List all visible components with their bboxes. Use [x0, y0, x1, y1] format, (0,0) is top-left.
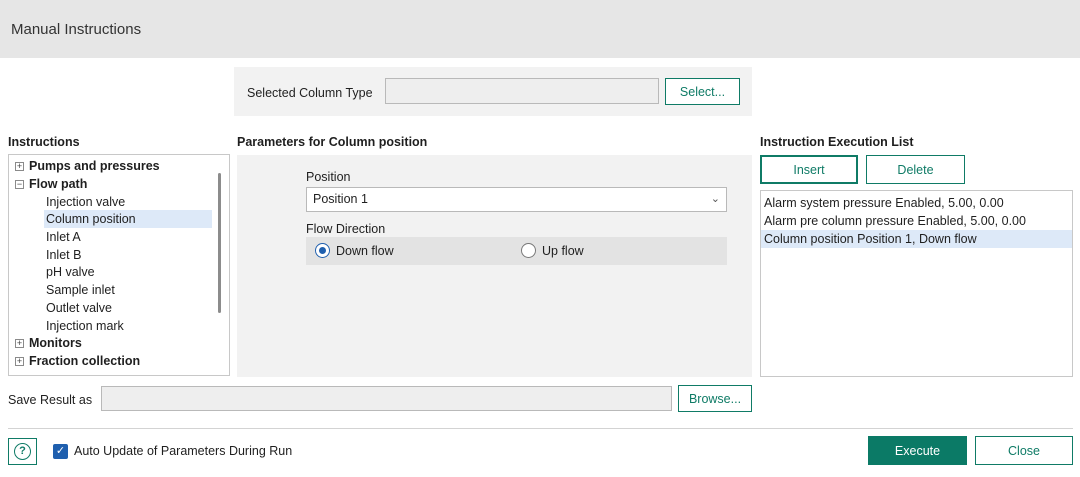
tree-group-pumps[interactable]: + Pumps and pressures [9, 157, 160, 175]
up-flow-radio[interactable]: Up flow [521, 243, 584, 258]
footer-divider [8, 428, 1073, 429]
up-flow-label: Up flow [542, 243, 584, 258]
instructions-tree: + Pumps and pressures − Flow path Inject… [8, 154, 230, 376]
down-flow-radio[interactable]: Down flow [315, 243, 394, 258]
question-icon: ? [14, 443, 31, 460]
insert-button[interactable]: Insert [760, 155, 858, 184]
save-result-label: Save Result as [8, 393, 93, 407]
expand-icon[interactable]: + [15, 357, 24, 366]
tree-group-label: Flow path [29, 177, 88, 191]
close-button[interactable]: Close [975, 436, 1073, 465]
execution-list: Alarm system pressure Enabled, 5.00, 0.0… [760, 190, 1073, 377]
auto-update-checkbox[interactable]: ✓ [53, 444, 68, 459]
tree-item-injection-valve[interactable]: Injection valve [44, 193, 127, 211]
position-dropdown[interactable]: Position 1 ⌄ [306, 187, 727, 212]
tree-item-inlet-b[interactable]: Inlet B [44, 246, 83, 264]
instructions-heading: Instructions [8, 135, 80, 149]
chevron-down-icon[interactable]: ⌄ [711, 188, 720, 211]
auto-update-label: Auto Update of Parameters During Run [74, 444, 293, 458]
tree-group-flow-path[interactable]: − Flow path [9, 175, 87, 193]
column-type-label: Selected Column Type [247, 86, 373, 100]
tree-item-sample-inlet[interactable]: Sample inlet [44, 281, 117, 299]
column-type-panel: Selected Column Type Select... [234, 67, 752, 116]
parameters-heading: Parameters for Column position [237, 135, 428, 149]
expand-icon[interactable]: + [15, 339, 24, 348]
tree-group-fraction-collection[interactable]: + Fraction collection [9, 352, 140, 370]
title-bar: Manual Instructions [0, 0, 1080, 58]
help-button[interactable]: ? [8, 438, 37, 465]
list-item[interactable]: Alarm pre column pressure Enabled, 5.00,… [761, 212, 1072, 230]
tree-group-label: Fraction collection [29, 354, 141, 368]
tree-item-ph-valve[interactable]: pH valve [44, 263, 97, 281]
flow-direction-label: Flow Direction [306, 222, 386, 236]
tree-item-column-position[interactable]: Column position [44, 210, 212, 228]
tree-group-monitors[interactable]: + Monitors [9, 334, 82, 352]
tree-item-injection-mark[interactable]: Injection mark [44, 317, 126, 335]
execution-list-heading: Instruction Execution List [760, 135, 914, 149]
tree-item-outlet-valve[interactable]: Outlet valve [44, 299, 114, 317]
save-result-field[interactable] [101, 386, 672, 411]
column-type-field [385, 78, 659, 104]
parameters-panel: Position Position 1 ⌄ Flow Direction Dow… [237, 155, 752, 377]
delete-button[interactable]: Delete [866, 155, 965, 184]
radio-selected-icon[interactable] [315, 243, 330, 258]
tree-scrollbar[interactable] [218, 173, 221, 313]
down-flow-label: Down flow [336, 243, 394, 258]
expand-icon[interactable]: + [15, 162, 24, 171]
flow-direction-group: Down flow Up flow [306, 237, 727, 265]
position-label: Position [306, 170, 351, 184]
browse-button[interactable]: Browse... [678, 385, 752, 412]
radio-unselected-icon[interactable] [521, 243, 536, 258]
list-item-selected[interactable]: Column position Position 1, Down flow [761, 230, 1072, 248]
select-button[interactable]: Select... [665, 78, 740, 105]
collapse-icon[interactable]: − [15, 180, 24, 189]
tree-group-label: Monitors [29, 336, 82, 350]
list-item[interactable]: Alarm system pressure Enabled, 5.00, 0.0… [761, 194, 1072, 212]
tree-item-inlet-a[interactable]: Inlet A [44, 228, 83, 246]
execute-button[interactable]: Execute [868, 436, 967, 465]
window-title: Manual Instructions [11, 21, 142, 38]
tree-group-label: Pumps and pressures [29, 159, 160, 173]
position-value: Position 1 [313, 192, 368, 206]
